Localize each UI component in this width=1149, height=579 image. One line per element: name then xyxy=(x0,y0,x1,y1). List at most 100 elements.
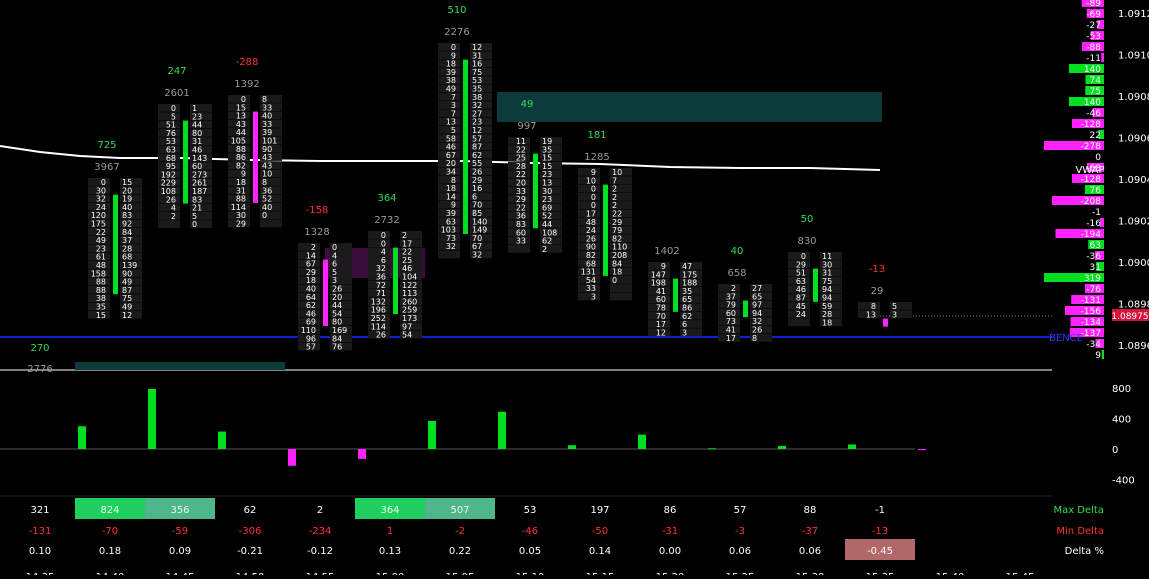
volume-profile-value: -134 xyxy=(1081,318,1102,328)
footprint-bid-cell xyxy=(578,192,600,201)
price-axis-label: 1.0904 xyxy=(1118,175,1149,186)
volume-profile-value: 76 xyxy=(1090,186,1102,196)
volume-zone xyxy=(497,92,882,122)
footprint-chart-svg[interactable]: 270277672539670 1530 2032 1924 40120 83175 922… xyxy=(0,0,1149,579)
footprint-bid-cell xyxy=(508,244,530,253)
footprint-bid-cell xyxy=(578,201,600,209)
volume-profile-value: 9 xyxy=(1095,351,1101,361)
footprint-bid-cell xyxy=(368,231,390,239)
candle-body xyxy=(883,318,888,327)
volume-zone xyxy=(75,362,285,370)
delta-pct-value: -0.12 xyxy=(307,546,333,557)
footprint-bid-value: 32 xyxy=(446,242,456,251)
max-delta-value: 824 xyxy=(100,505,119,516)
delta-histogram-bar xyxy=(778,445,786,449)
volume-profile-value: 140 xyxy=(1084,98,1101,108)
delta-histogram-bar xyxy=(568,445,576,449)
delta-histogram-bar xyxy=(288,449,296,466)
volume-profile-value: -128 xyxy=(1081,175,1102,185)
volume-profile-value: 63 xyxy=(1090,241,1101,251)
price-axis-label: 1.0908 xyxy=(1118,92,1149,103)
max-delta-value: 507 xyxy=(450,505,469,516)
candle-body xyxy=(533,153,538,229)
delta-pct-value: 0.05 xyxy=(519,546,541,557)
volume-profile-value: -46 xyxy=(1086,109,1101,119)
max-delta-value: 2 xyxy=(317,505,323,516)
footprint-bid-cell xyxy=(438,92,460,101)
footprint-ask-value: 8 xyxy=(752,334,757,343)
delta-histogram-bar xyxy=(638,434,646,449)
delta-pct-value: 0.18 xyxy=(99,546,121,557)
min-delta-label: Min Delta xyxy=(1056,526,1104,537)
delta-pct-value: 0.10 xyxy=(29,546,51,557)
bar-delta-label: 725 xyxy=(97,140,116,151)
footprint-bid-value: 12 xyxy=(656,328,666,337)
min-delta-value: -2 xyxy=(455,526,465,537)
footprint-bid-cell xyxy=(368,239,390,248)
footprint-bid-cell xyxy=(648,262,670,270)
delta-histogram-bar xyxy=(708,448,716,450)
volume-profile-value: 0 xyxy=(1095,153,1101,163)
max-delta-value: 57 xyxy=(734,505,747,516)
bar-volume-label: 2601 xyxy=(164,88,189,99)
candle-body xyxy=(113,194,118,295)
footprint-bid-value: 17 xyxy=(726,334,736,343)
footprint-ask-value: 3 xyxy=(892,310,897,319)
min-delta-value: -3 xyxy=(735,526,745,537)
footprint-bid-value: 33 xyxy=(516,237,526,246)
price-axis-label: 1.09060 xyxy=(1118,134,1149,145)
candle-body xyxy=(393,247,398,314)
max-delta-value: -1 xyxy=(875,505,885,516)
price-axis-label: 1.09000 xyxy=(1118,258,1149,269)
footprint-bid-cell xyxy=(788,252,810,260)
footprint-ask-value: 0 xyxy=(612,276,617,285)
footprint-ask-cell xyxy=(260,219,282,228)
price-axis-label: 1.09020 xyxy=(1118,217,1149,228)
volume-profile-value: -128 xyxy=(1081,120,1102,130)
delta-axis-label: 800 xyxy=(1112,384,1131,395)
bar-delta-label: 270 xyxy=(30,343,49,354)
volume-profile-value: -34 xyxy=(1086,340,1101,350)
footprint-bid-cell xyxy=(788,318,810,327)
volume-profile-value: 140 xyxy=(1084,65,1101,75)
level-label: BENCE xyxy=(1049,333,1083,344)
bar-delta-label: 50 xyxy=(801,214,814,225)
bar-volume-label: 830 xyxy=(797,236,816,247)
delta-axis-label: 400 xyxy=(1112,415,1131,426)
footprint-bid-cell xyxy=(368,255,390,264)
max-delta-value: 88 xyxy=(804,505,817,516)
candle-body xyxy=(743,300,748,318)
volume-profile-value: 319 xyxy=(1084,274,1101,284)
volume-profile-value: -278 xyxy=(1081,142,1102,152)
footprint-bid-cell xyxy=(438,250,460,259)
delta-pct-value: 0.09 xyxy=(169,546,191,557)
min-delta-value: -50 xyxy=(592,526,608,537)
footprint-bid-cell xyxy=(228,169,250,178)
bar-volume-label: 29 xyxy=(871,286,884,297)
footprint-bid-cell xyxy=(298,243,320,251)
max-delta-value: 86 xyxy=(664,505,677,516)
footprint-ask-value: 18 xyxy=(822,318,832,327)
max-delta-value: 53 xyxy=(524,505,537,516)
candle-body xyxy=(253,111,258,203)
volume-profile-value: 31 xyxy=(1090,263,1101,273)
delta-pct-value: -0.45 xyxy=(867,546,893,557)
bar-volume-label: 658 xyxy=(727,268,746,279)
volume-profile-value: -27 xyxy=(1086,21,1101,31)
vwap-label: VWAP xyxy=(1075,165,1104,176)
price-axis-label: 1.0898 xyxy=(1118,300,1149,311)
delta-pct-value: -0.21 xyxy=(237,546,263,557)
footprint-bid-value: 57 xyxy=(306,343,316,352)
footprint-bid-cell xyxy=(438,51,460,60)
bar-volume-label: 1402 xyxy=(654,246,679,257)
candle-body xyxy=(603,184,608,276)
delta-histogram-bar xyxy=(218,431,226,449)
footprint-bid-cell xyxy=(718,284,740,292)
footprint-ask-value: 0 xyxy=(262,211,267,220)
orderflow-chart[interactable]: 270 2776 725 3967 0 15 30 20 32 19 24 40 120 83 175 92 2… xyxy=(0,0,1149,579)
bar-delta-label: -13 xyxy=(869,264,885,275)
footprint-bid-value: 24 xyxy=(796,310,806,319)
bar-volume-label: 2732 xyxy=(374,215,399,226)
bar-delta-label: -288 xyxy=(236,57,259,68)
bar-delta-label: 247 xyxy=(167,66,186,77)
